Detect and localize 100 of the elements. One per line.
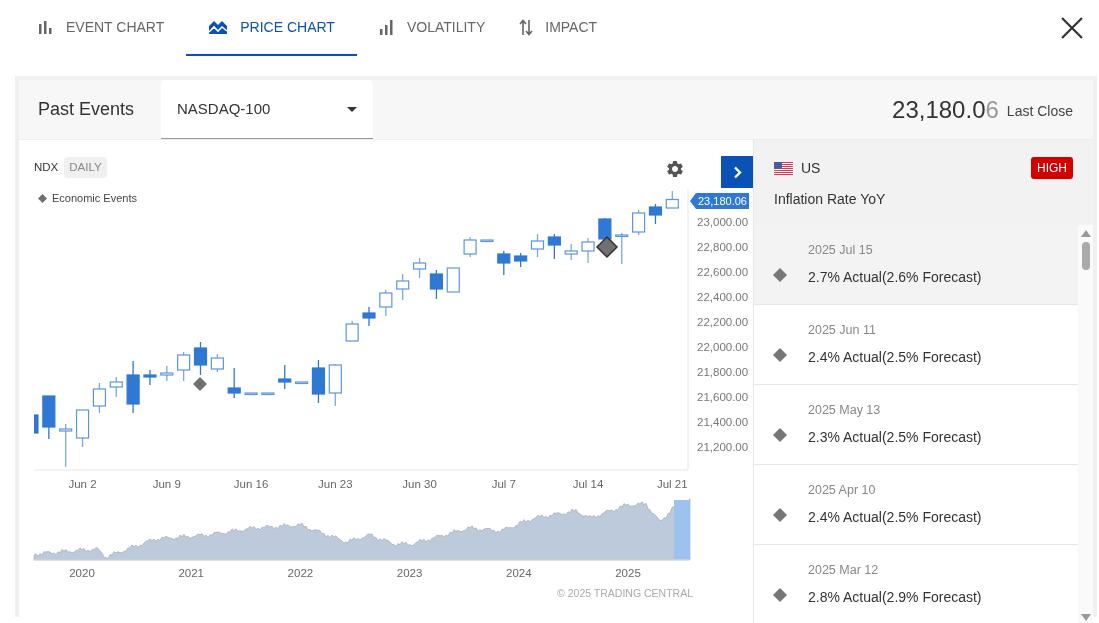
close-button[interactable]	[1059, 15, 1085, 41]
diamond-icon	[773, 427, 787, 442]
candle	[480, 239, 494, 243]
y-axis-label: 21,400.00	[697, 416, 749, 428]
candle	[210, 353, 224, 373]
navigator-year-label: 2021	[178, 567, 204, 579]
candle	[278, 364, 292, 390]
y-axis-label: 21,800.00	[697, 366, 749, 378]
candle	[126, 360, 140, 414]
tab[interactable]: EVENT CHART	[26, 0, 177, 56]
navigator-year-label: 2024	[506, 567, 532, 579]
candle	[42, 395, 56, 440]
release-date: 2025 Jun 11	[808, 322, 877, 340]
section-title: Past Events	[38, 98, 136, 121]
diamond-icon	[773, 347, 787, 362]
candle	[615, 232, 629, 265]
signal-bars-icon	[378, 19, 395, 35]
last-close-label: Last Close	[1006, 102, 1073, 121]
candle	[446, 267, 460, 293]
scroll-up-icon[interactable]	[1080, 230, 1091, 237]
candle	[311, 359, 326, 404]
close-icon	[1061, 17, 1083, 39]
release-result: 2.4% Actual(2.5% Forecast)	[808, 347, 982, 367]
last-close-price: 23,180.06	[892, 94, 999, 125]
x-axis-label: Jun 23	[318, 478, 353, 490]
event-marker-icon	[595, 235, 619, 259]
candle	[429, 269, 443, 300]
x-axis-label: Jul 21	[656, 478, 688, 490]
flag-icon	[774, 161, 793, 175]
candle	[396, 273, 410, 301]
candle	[261, 392, 275, 396]
y-axis-label: 22,600.00	[697, 266, 749, 278]
diamond-icon	[38, 193, 47, 203]
navigator-year-label: 2022	[287, 567, 314, 579]
release-date: 2025 Mar 12	[808, 562, 880, 580]
price-tag: 23,180.06	[690, 193, 749, 209]
release-result: 2.3% Actual(2.5% Forecast)	[808, 427, 982, 447]
tab[interactable]: IMPACT	[507, 0, 610, 56]
dropdown-caret-icon	[347, 106, 357, 112]
expand-button[interactable]	[721, 156, 753, 188]
x-axis-label: Jul 7	[491, 478, 516, 490]
scroll-down-icon[interactable]	[1080, 614, 1091, 621]
release-date: 2025 May 13	[808, 402, 882, 420]
legend-label: Economic Events	[52, 191, 137, 206]
candle	[92, 382, 106, 414]
candle	[177, 351, 191, 382]
scrollbar[interactable]	[1078, 225, 1093, 623]
mountain-chart-icon	[208, 19, 229, 35]
candle	[648, 203, 663, 225]
candle	[632, 209, 646, 236]
candle	[34, 414, 39, 434]
release-result: 2.8% Actual(2.9% Forecast)	[808, 587, 982, 607]
navigator-year-label: 2023	[396, 567, 423, 579]
candle	[244, 392, 258, 396]
importance-badge: HIGH	[1031, 157, 1073, 179]
symbol-label: NDX	[34, 160, 59, 175]
diamond-icon	[773, 507, 787, 522]
candle	[547, 233, 561, 260]
x-axis-label: Jun 30	[402, 478, 437, 490]
tab[interactable]: VOLATILITY	[366, 0, 498, 56]
y-axis-label: 23,000.00	[697, 216, 749, 228]
x-axis-label: Jun 2	[68, 478, 97, 490]
navigator-year-label: 2025	[615, 567, 641, 579]
candle	[75, 409, 90, 448]
y-axis-label: 21,600.00	[697, 391, 749, 403]
candle	[193, 341, 208, 376]
y-axis-label: 21,200.00	[697, 441, 749, 453]
candle	[143, 369, 157, 386]
settings-icon[interactable]	[665, 159, 685, 179]
event-name: Inflation Rate YoY	[774, 190, 887, 209]
candle	[463, 236, 477, 258]
candle	[412, 257, 427, 279]
candle	[379, 289, 393, 317]
scrollbar-thumb[interactable]	[1081, 242, 1090, 270]
instrument-select[interactable]: NASDAQ-100	[161, 80, 373, 139]
copyright-text: © 2025 TRADING CENTRAL	[557, 587, 693, 599]
candle	[514, 252, 528, 268]
candle	[109, 376, 123, 398]
x-axis-label: Jul 14	[572, 478, 604, 490]
release-date: 2025 Apr 10	[808, 482, 877, 500]
navigator-year-label: 2020	[69, 567, 95, 579]
candle	[665, 190, 679, 209]
x-axis-label: Jun 9	[152, 478, 181, 490]
candle	[581, 237, 595, 264]
candle	[295, 381, 309, 385]
candle	[564, 243, 578, 261]
bar-chart-icon	[38, 20, 54, 34]
y-axis-label: 22,400.00	[697, 291, 749, 303]
country-label: US	[801, 158, 821, 178]
release-item[interactable]: 2025 Jul 15 2.7% Actual(2.6% Forecast)	[754, 225, 1078, 305]
release-result: 2.4% Actual(2.5% Forecast)	[808, 507, 982, 527]
candle	[497, 250, 511, 276]
candle	[598, 217, 612, 240]
candle	[362, 306, 376, 327]
y-axis-label: 22,000.00	[697, 341, 749, 353]
release-result: 2.7% Actual(2.6% Forecast)	[808, 267, 982, 287]
diamond-icon	[773, 267, 787, 282]
up-down-arrows-icon	[519, 18, 534, 36]
candle	[227, 367, 241, 399]
tab[interactable]: PRICE CHART	[186, 0, 357, 56]
